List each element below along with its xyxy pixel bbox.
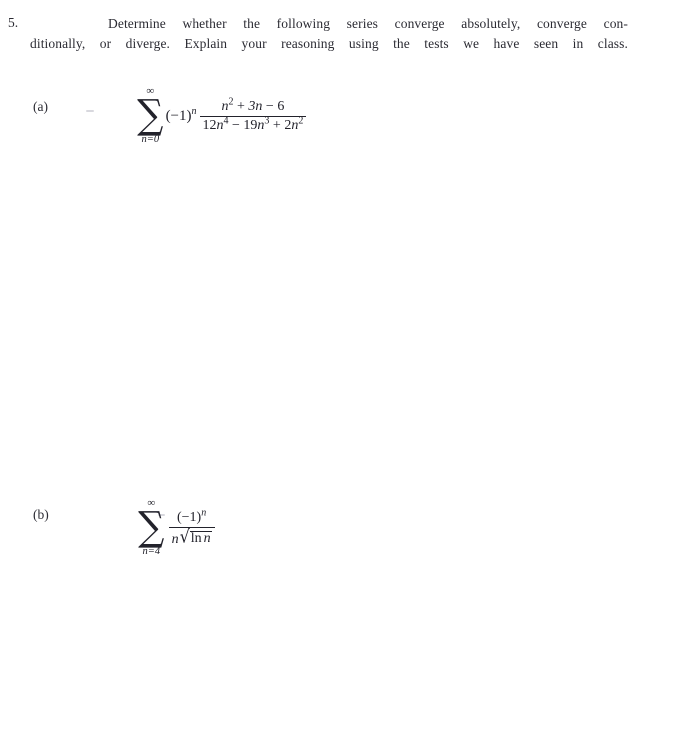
alternating-factor-base-a: (−1)	[165, 108, 192, 124]
page-artifact-mark	[86, 110, 94, 112]
den-coeff-19-a: 19	[243, 118, 258, 133]
fraction-denominator-b: n √ ln n	[169, 525, 215, 547]
sigma-icon-b: ∑	[138, 504, 165, 550]
natural-log-operator-b: ln	[190, 530, 202, 546]
fraction-denominator-a: 12n4 − 19n3 + 2n2	[200, 115, 307, 133]
problem-statement-text: Determine whether the following series c…	[30, 14, 628, 54]
numerator-plus-a: +	[237, 99, 245, 114]
numerator-term-3n-a: 3n	[248, 99, 263, 114]
fraction-numerator-b: (−1)n	[174, 507, 209, 527]
numerator-constant-a: 6	[277, 99, 285, 114]
problem-number: 5.	[8, 15, 19, 30]
radical-sign-icon-b: √	[179, 525, 190, 547]
natural-log-argument-b: n	[203, 530, 211, 546]
radicand-b: ln n	[189, 530, 212, 546]
sigma-icon-a: ∑	[137, 92, 164, 138]
numerator-variable-n-a: n	[221, 99, 229, 114]
den-variable-n-b: n	[171, 531, 179, 547]
fraction-numerator-a: n2 + 3n − 6	[219, 97, 288, 116]
square-root-b: √ ln n	[179, 525, 212, 547]
fraction-b: (−1)n n √ ln n	[168, 507, 215, 547]
den-exponent-2-a: 2	[298, 115, 304, 127]
den-coeff-12-a: 12	[202, 118, 217, 133]
numerator-exponent-a: 2	[228, 96, 234, 108]
den-minus-a: −	[232, 118, 240, 133]
fraction-a: n2 + 3n − 6 12n4 − 19n3 + 2n2	[199, 97, 307, 133]
statement-line-1: Determine whether the following series c…	[30, 14, 628, 34]
part-b-label: (b)	[33, 507, 49, 522]
document-page: 5. Determine whether the following serie…	[0, 0, 680, 751]
den-variable-n1-a: n	[216, 118, 224, 133]
part-a-label: (a)	[33, 99, 48, 114]
numerator-base-b: (−1)	[176, 509, 202, 525]
statement-line-2: ditionally, or diverge. Explain your rea…	[30, 34, 628, 54]
summation-operator-a: ∞ ∑ n=0	[136, 86, 165, 147]
part-b-expression: ∞ ∑ n=4 (−1)n n √ ln n	[137, 498, 215, 559]
summation-operator-b: ∞ ∑ n=4	[137, 498, 166, 559]
alternating-factor-a: (−1)n	[165, 106, 197, 125]
statement-line-2-text: ditionally, or diverge. Explain your rea…	[30, 36, 628, 51]
den-exponent-4-a: 4	[223, 115, 229, 127]
den-exponent-3-a: 3	[264, 115, 270, 127]
alternating-factor-exponent-a: n	[191, 106, 197, 117]
den-plus-a: +	[272, 118, 281, 133]
part-a-expression: ∞ ∑ n=0 (−1)n n2 + 3n − 6 12n4 − 19n3 + …	[136, 86, 307, 147]
numerator-minus-a: −	[265, 99, 274, 114]
numerator-exponent-b: n	[201, 506, 207, 518]
statement-line-1-text: Determine whether the following series c…	[108, 16, 628, 31]
